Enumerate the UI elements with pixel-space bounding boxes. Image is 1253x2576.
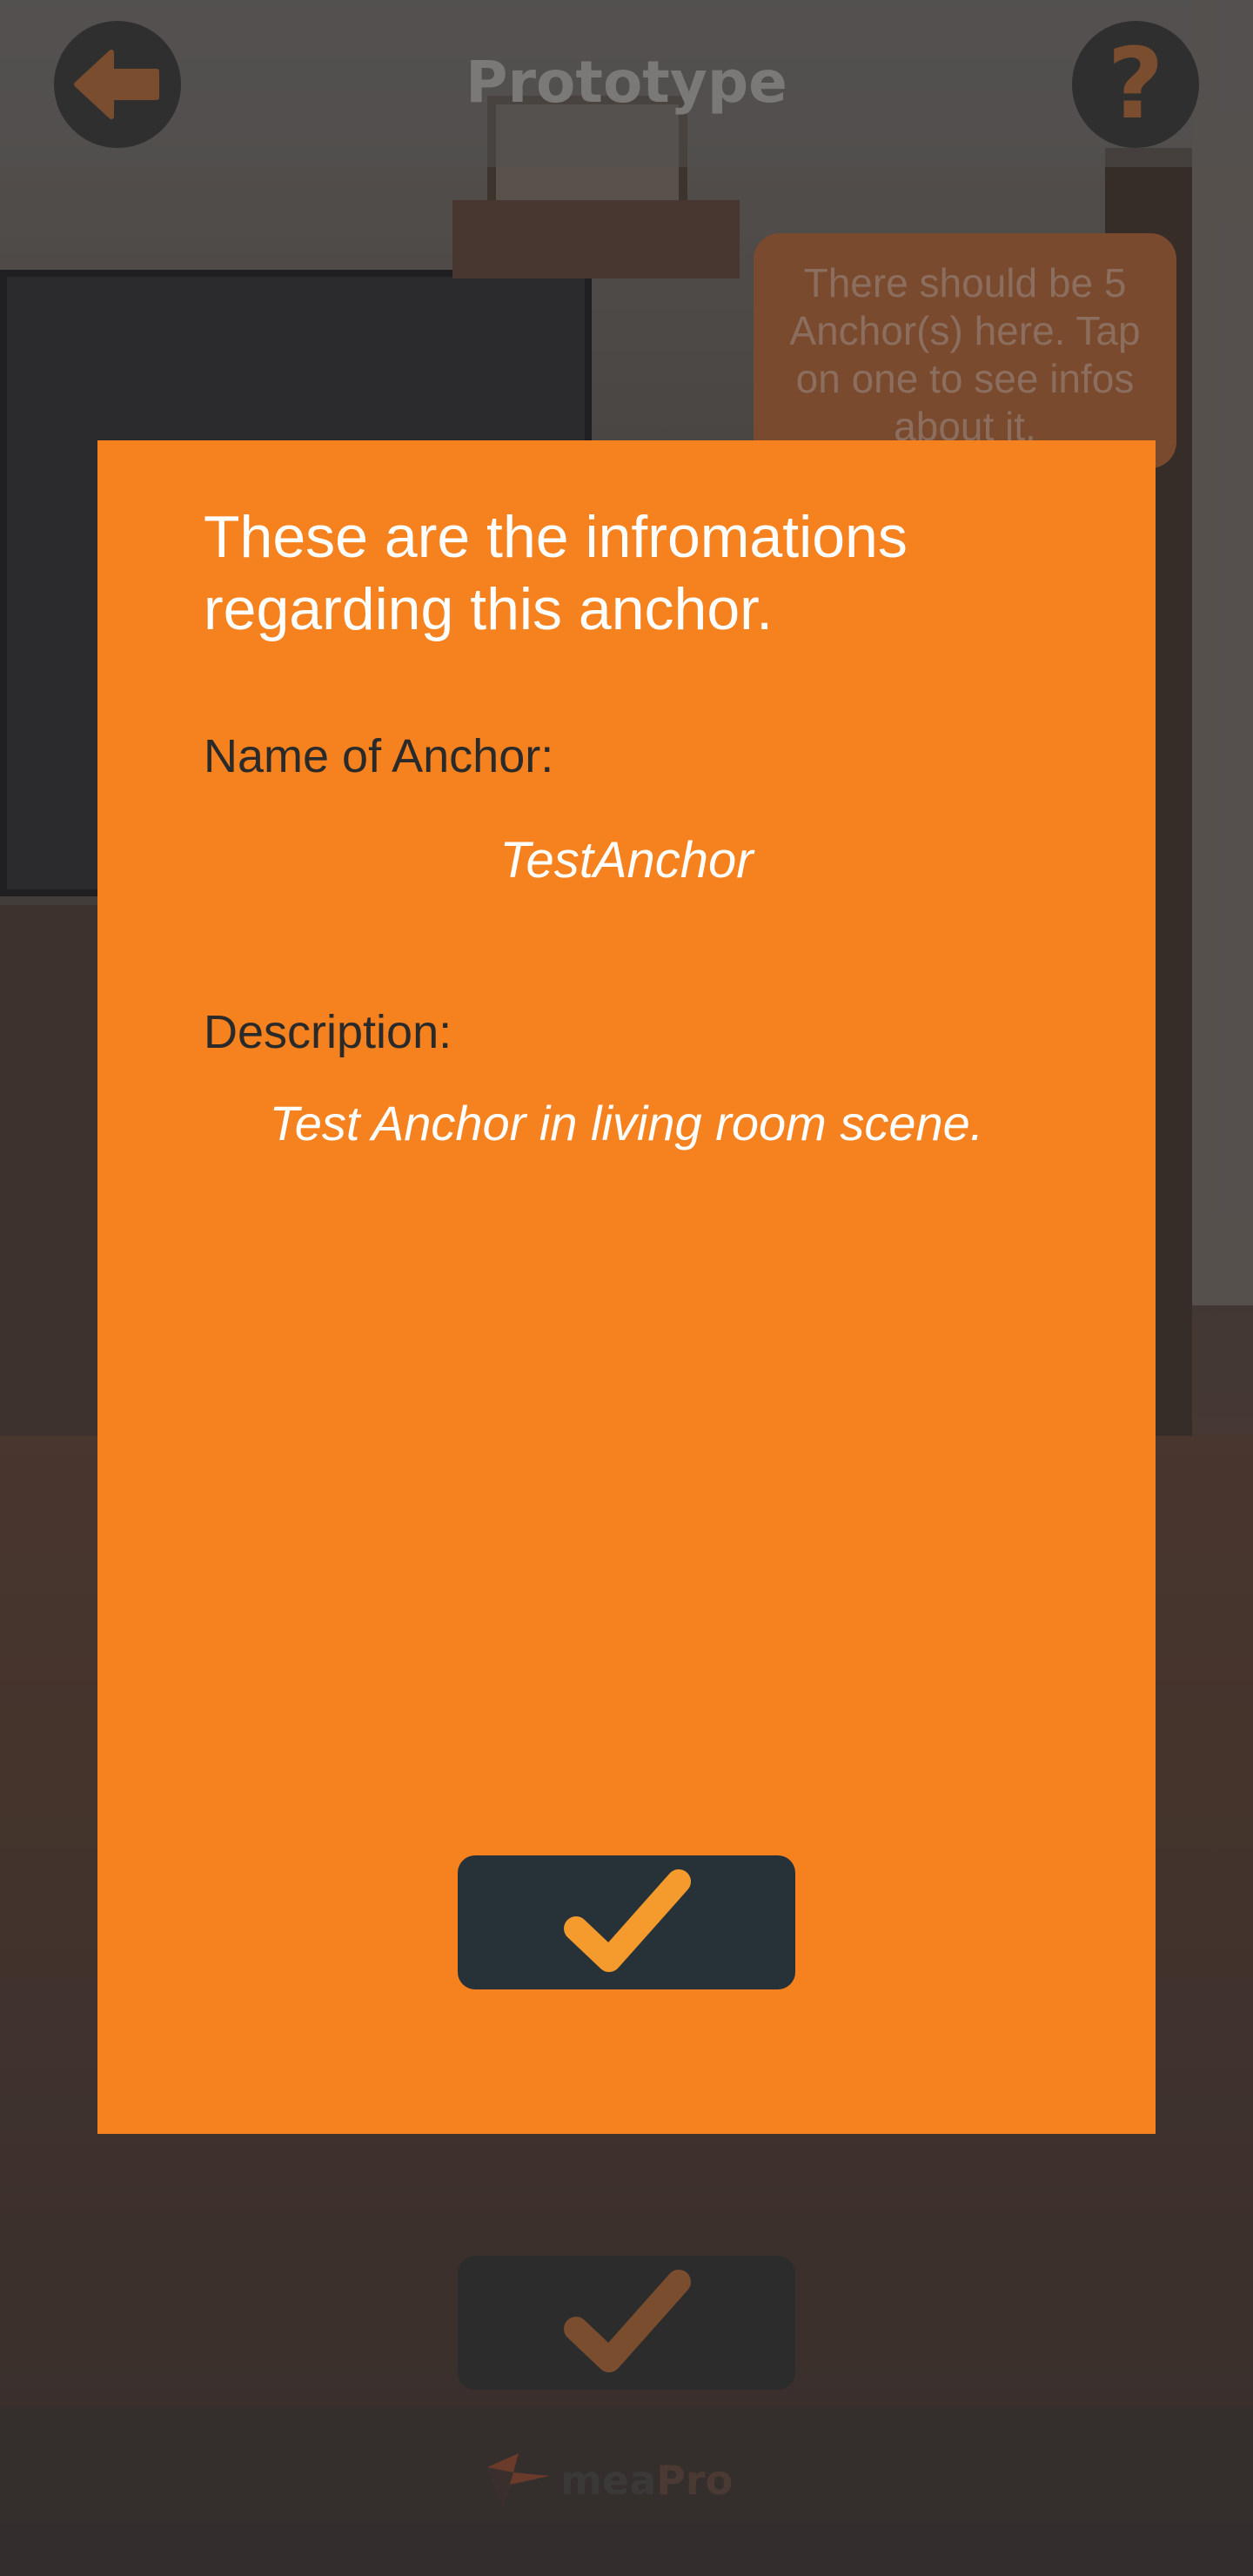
question-mark-icon: ? (1107, 28, 1164, 141)
page-title: Prototype (466, 49, 787, 116)
anchor-hint-bubble: There should be 5 Anchor(s) here. Tap on… (754, 233, 1176, 468)
footer-logo: meaPro (484, 2445, 733, 2515)
logo-text: meaPro (560, 2457, 733, 2504)
background-confirm-button (458, 2256, 795, 2390)
anchor-description-value: Test Anchor in living room scene. (269, 1096, 984, 1150)
logo-text-secondary: Pro (656, 2457, 734, 2504)
logo-mark-icon (487, 2453, 550, 2507)
arrow-left-icon (74, 50, 159, 119)
logo-text-primary: mea (560, 2457, 657, 2504)
anchor-name-value: TestAnchor (499, 832, 754, 889)
back-button[interactable] (54, 21, 181, 148)
anchor-info-dialog: These are the infromations regarding thi… (97, 440, 1156, 2134)
anchor-name-label: Name of Anchor: (204, 730, 554, 782)
confirm-button[interactable] (458, 1855, 795, 1989)
anchor-description-label: Description: (204, 1006, 452, 1058)
dialog-heading: These are the infromations regarding thi… (204, 504, 908, 642)
help-button[interactable]: ? (1072, 21, 1199, 148)
checkmark-icon (564, 1869, 691, 1972)
checkmark-icon (564, 2270, 691, 2372)
